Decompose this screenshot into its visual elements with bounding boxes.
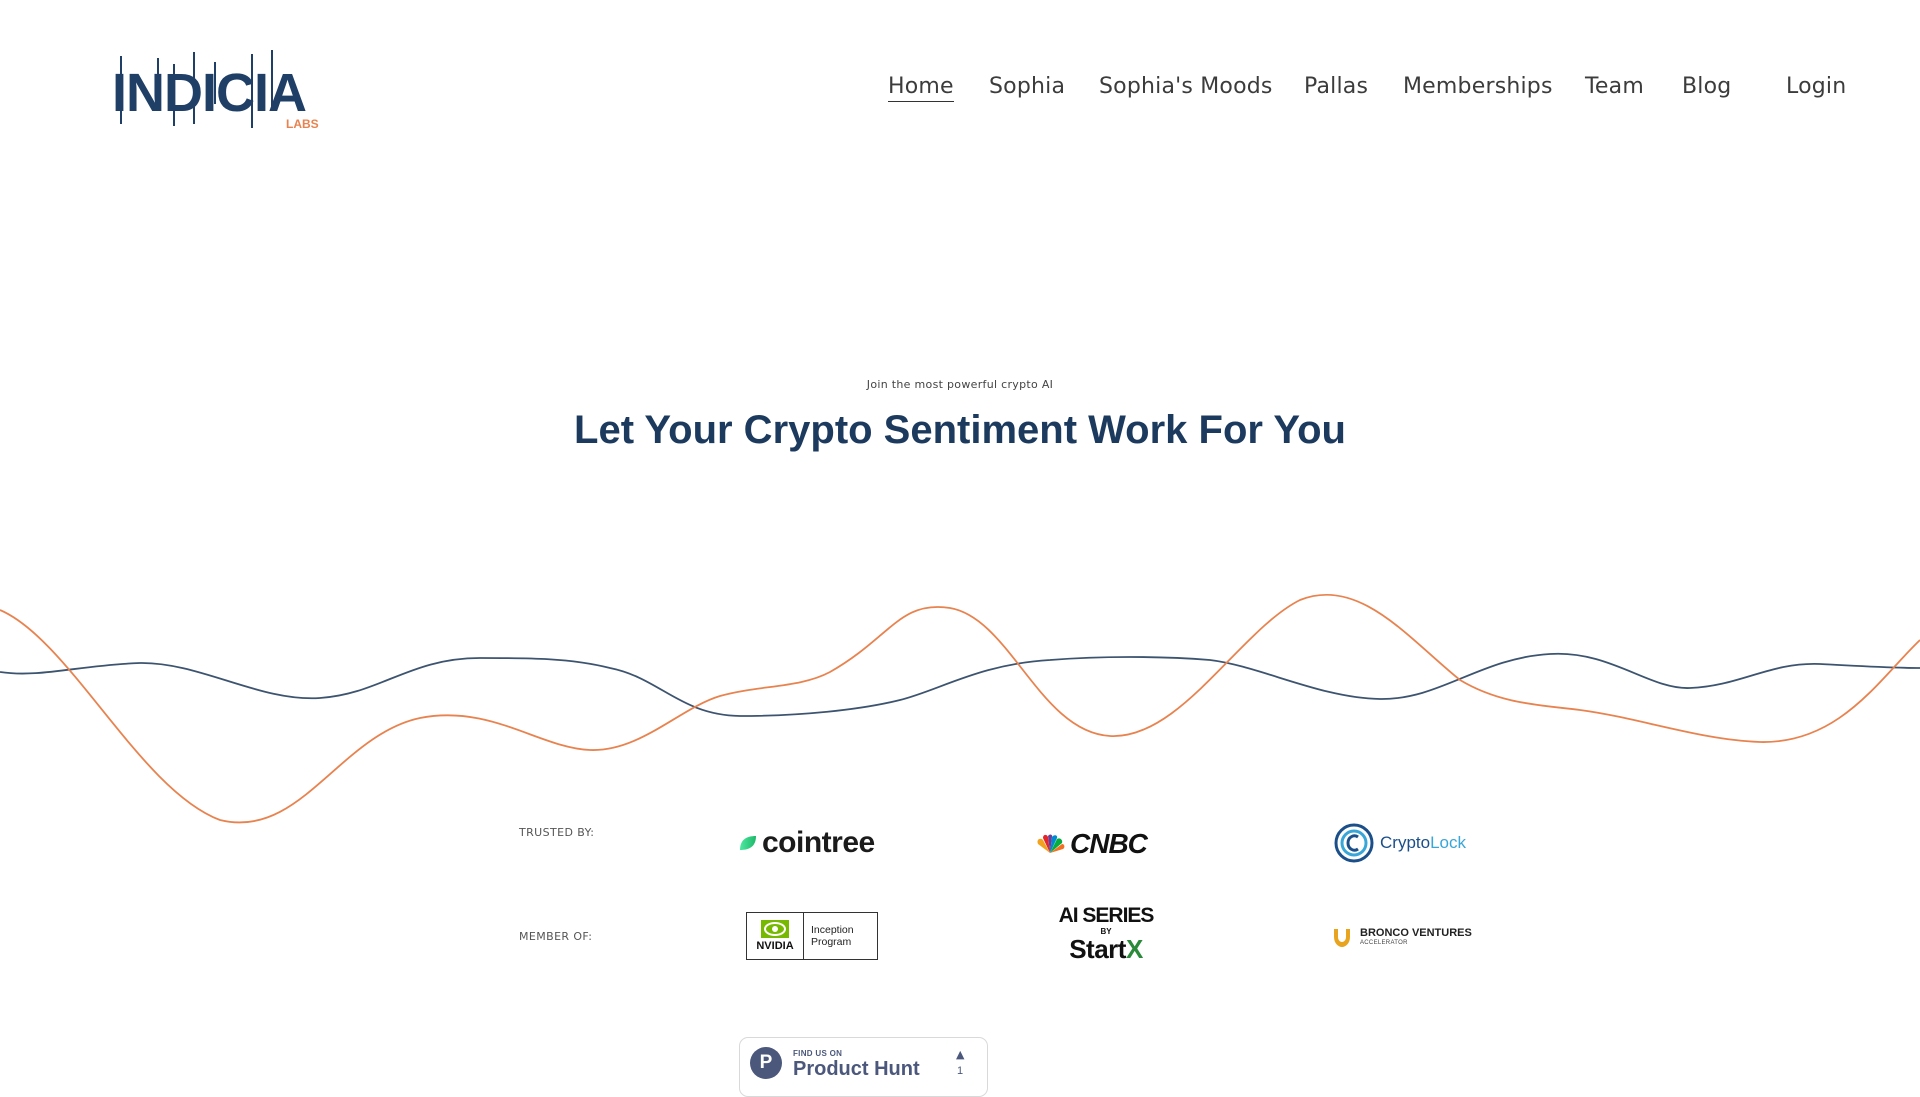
cryptolock-logo: CryptoLock [1334,822,1466,864]
startx-wordmark: StartX [1069,934,1143,964]
cnbc-wordmark: CNBC [1070,828,1148,859]
nvidia-wordmark: NVIDIA [756,940,794,952]
hero-eyebrow: Join the most powerful crypto AI [866,378,1054,391]
crypto-lock-icon [1334,823,1374,863]
product-hunt-badge[interactable]: P FIND US ON Product Hunt ▲ 1 [739,1037,988,1097]
nav-sophia[interactable]: Sophia [989,74,1065,99]
nav-blog[interactable]: Blog [1682,74,1731,99]
product-hunt-icon: P [750,1047,782,1079]
bronco-ventures-wordmark: BRONCO VENTURES [1360,927,1472,939]
member-of-label: MEMBER OF: [519,930,593,943]
nav-team[interactable]: Team [1585,74,1644,99]
main-nav: Home Sophia Sophia's Moods Pallas Member… [0,70,1920,110]
inception-line-1: Inception [811,924,854,936]
nvidia-inception-logo: NVIDIA Inception Program [746,912,878,960]
horseshoe-icon [1334,929,1350,947]
peacock-icon [1037,834,1065,853]
product-hunt-name: Product Hunt [793,1058,920,1080]
cointree-logo: cointree [738,826,875,860]
login-link[interactable]: Login [1786,74,1846,99]
orange-wave-line [0,593,1920,824]
sentiment-waves-graphic [0,593,1920,824]
ai-series-startx-logo: AI SERIES BY StartX [1058,904,1155,971]
bronco-ventures-logo: BRONCO VENTURES ACCELERATOR [1330,924,1472,950]
trusted-by-label: TRUSTED BY: [519,826,595,839]
product-hunt-find-label: FIND US ON [793,1049,843,1058]
hero-headline: Let Your Crypto Sentiment Work For You [574,408,1346,452]
upvote-arrow-icon: ▲ [956,1048,965,1061]
nvidia-eye-icon [761,920,789,938]
nav-sophias-moods[interactable]: Sophia's Moods [1099,74,1273,99]
ai-series-text: AI SERIES [1058,904,1155,927]
cointree-wordmark: cointree [762,826,875,859]
nav-memberships[interactable]: Memberships [1403,74,1553,99]
upvote-count: 1 [957,1065,964,1077]
navy-wave-line [0,652,1920,717]
nav-pallas[interactable]: Pallas [1304,74,1368,99]
inception-line-2: Program [811,936,852,948]
nav-home[interactable]: Home [888,74,954,102]
logo-sub-wordmark: LABS [286,117,319,131]
bronco-accelerator-text: ACCELERATOR [1360,940,1408,946]
cnbc-logo: CNBC [1034,827,1148,861]
leaf-icon [740,836,756,850]
cryptolock-wordmark: CryptoLock [1380,833,1466,852]
